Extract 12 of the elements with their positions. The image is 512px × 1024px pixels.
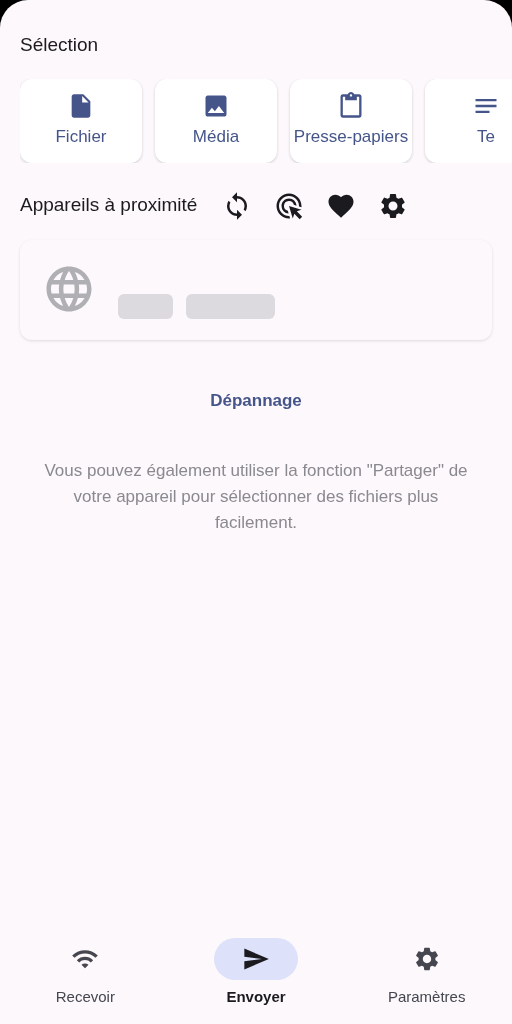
selection-card[interactable]: Fichier [20, 78, 142, 163]
nav-tab[interactable]: Recevoir [0, 932, 171, 1014]
nav-tab[interactable]: Paramètres [341, 932, 512, 1014]
troubleshoot-link[interactable]: Dépannage [210, 387, 302, 413]
skeleton-bar [118, 293, 173, 319]
selection-card[interactable]: Presse-papiers [290, 78, 412, 163]
hint-text: Vous pouvez également utiliser la fonction "Partager" de votre appareil pour sélectionner des fichiers plus facilement. [43, 460, 469, 534]
selection-card[interactable]: Te [425, 78, 512, 163]
selection-card[interactable]: Média [155, 78, 277, 163]
section-title: Sélection [20, 33, 100, 57]
section-title: Appareils à proximité [20, 193, 198, 218]
nav-tab[interactable]: Envoyer [170, 932, 342, 1014]
